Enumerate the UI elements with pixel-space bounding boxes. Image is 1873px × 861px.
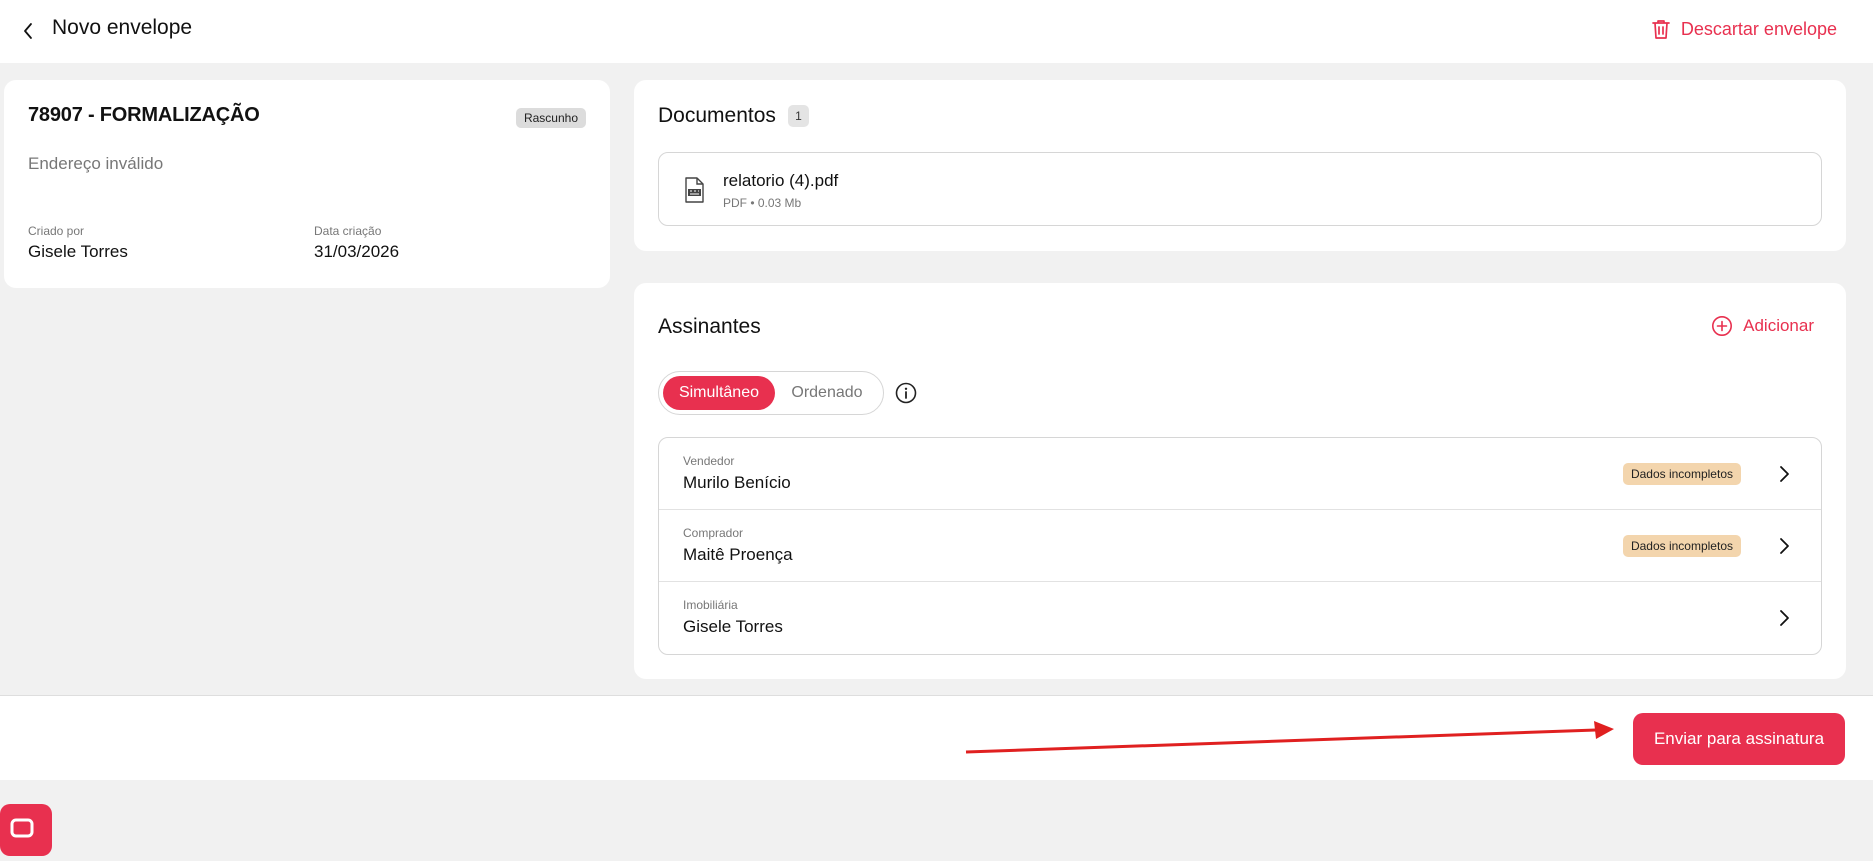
annotation-arrow: [965, 721, 1614, 754]
incomplete-data-badge: Dados incompletos: [1622, 535, 1741, 557]
created-by-label: Criado por: [28, 224, 85, 238]
file-pdf-icon: [685, 177, 704, 203]
signer-row-agency[interactable]: Imobiliária Gisele Torres: [659, 582, 1821, 654]
signer-name: Maitê Proença: [683, 545, 793, 564]
chat-icon: [10, 818, 34, 838]
signers-card: Assinantes Adicionar Simultâneo Ordenado…: [634, 283, 1846, 679]
status-badge: Rascunho: [515, 108, 586, 128]
top-bar: Novo envelope Descartar envelope: [0, 0, 1873, 63]
envelope-subtitle: Endereço inválido: [28, 154, 164, 173]
incomplete-data-badge: Dados incompletos: [1622, 463, 1741, 485]
created-date-label: Data criação: [314, 224, 382, 238]
documents-title: Documentos: [658, 104, 776, 127]
add-signer-label: Adicionar: [1743, 316, 1814, 335]
chevron-right-icon: [1780, 610, 1789, 626]
signer-name: Murilo Benício: [683, 473, 791, 492]
signers-title: Assinantes: [658, 315, 761, 338]
chevron-left-icon: [24, 23, 32, 39]
mode-option-simultaneous[interactable]: Simultâneo: [663, 376, 775, 410]
back-button[interactable]: [14, 17, 42, 45]
envelope-title: 78907 - FORMALIZAÇÃO: [28, 104, 260, 126]
page-title: Novo envelope: [52, 16, 193, 39]
discard-label: Descartar envelope: [1680, 18, 1837, 39]
trash-icon: [1652, 20, 1670, 39]
envelope-info-card: 78907 - FORMALIZAÇÃO Rascunho Endereço i…: [4, 80, 610, 288]
documents-card: Documentos 1 relatorio (4).pdf PDF • 0.0…: [634, 80, 1846, 251]
created-date-value: 31/03/2026: [314, 242, 400, 261]
chevron-right-icon: [1780, 466, 1789, 482]
signing-mode-toggle: Simultâneo Ordenado: [658, 371, 884, 415]
discard-envelope-button[interactable]: Descartar envelope: [1651, 14, 1837, 44]
signer-role: Vendedor: [683, 454, 735, 468]
document-meta: PDF • 0.03 Mb: [723, 196, 802, 210]
signer-role: Imobiliária: [683, 598, 738, 612]
send-for-signature-button[interactable]: Enviar para assinatura: [1633, 713, 1845, 765]
chevron-right-icon: [1780, 538, 1789, 554]
floating-action-button[interactable]: [0, 804, 52, 856]
signer-row-buyer[interactable]: Comprador Maitê Proença Dados incompleto…: [659, 510, 1821, 582]
document-name: relatorio (4).pdf: [723, 171, 839, 190]
created-by-value: Gisele Torres: [28, 242, 128, 261]
documents-count-badge: 1: [788, 105, 809, 127]
plus-circle-icon: [1712, 316, 1733, 336]
add-signer-button[interactable]: Adicionar: [1711, 315, 1814, 337]
info-icon[interactable]: [894, 381, 918, 405]
signer-role: Comprador: [683, 526, 744, 540]
signer-list: Vendedor Murilo Benício Dados incompleto…: [658, 437, 1822, 655]
signer-row-seller[interactable]: Vendedor Murilo Benício Dados incompleto…: [659, 438, 1821, 510]
document-item[interactable]: relatorio (4).pdf PDF • 0.03 Mb: [658, 152, 1822, 226]
mode-option-ordered[interactable]: Ordenado: [775, 376, 879, 410]
signer-name: Gisele Torres: [683, 617, 783, 636]
